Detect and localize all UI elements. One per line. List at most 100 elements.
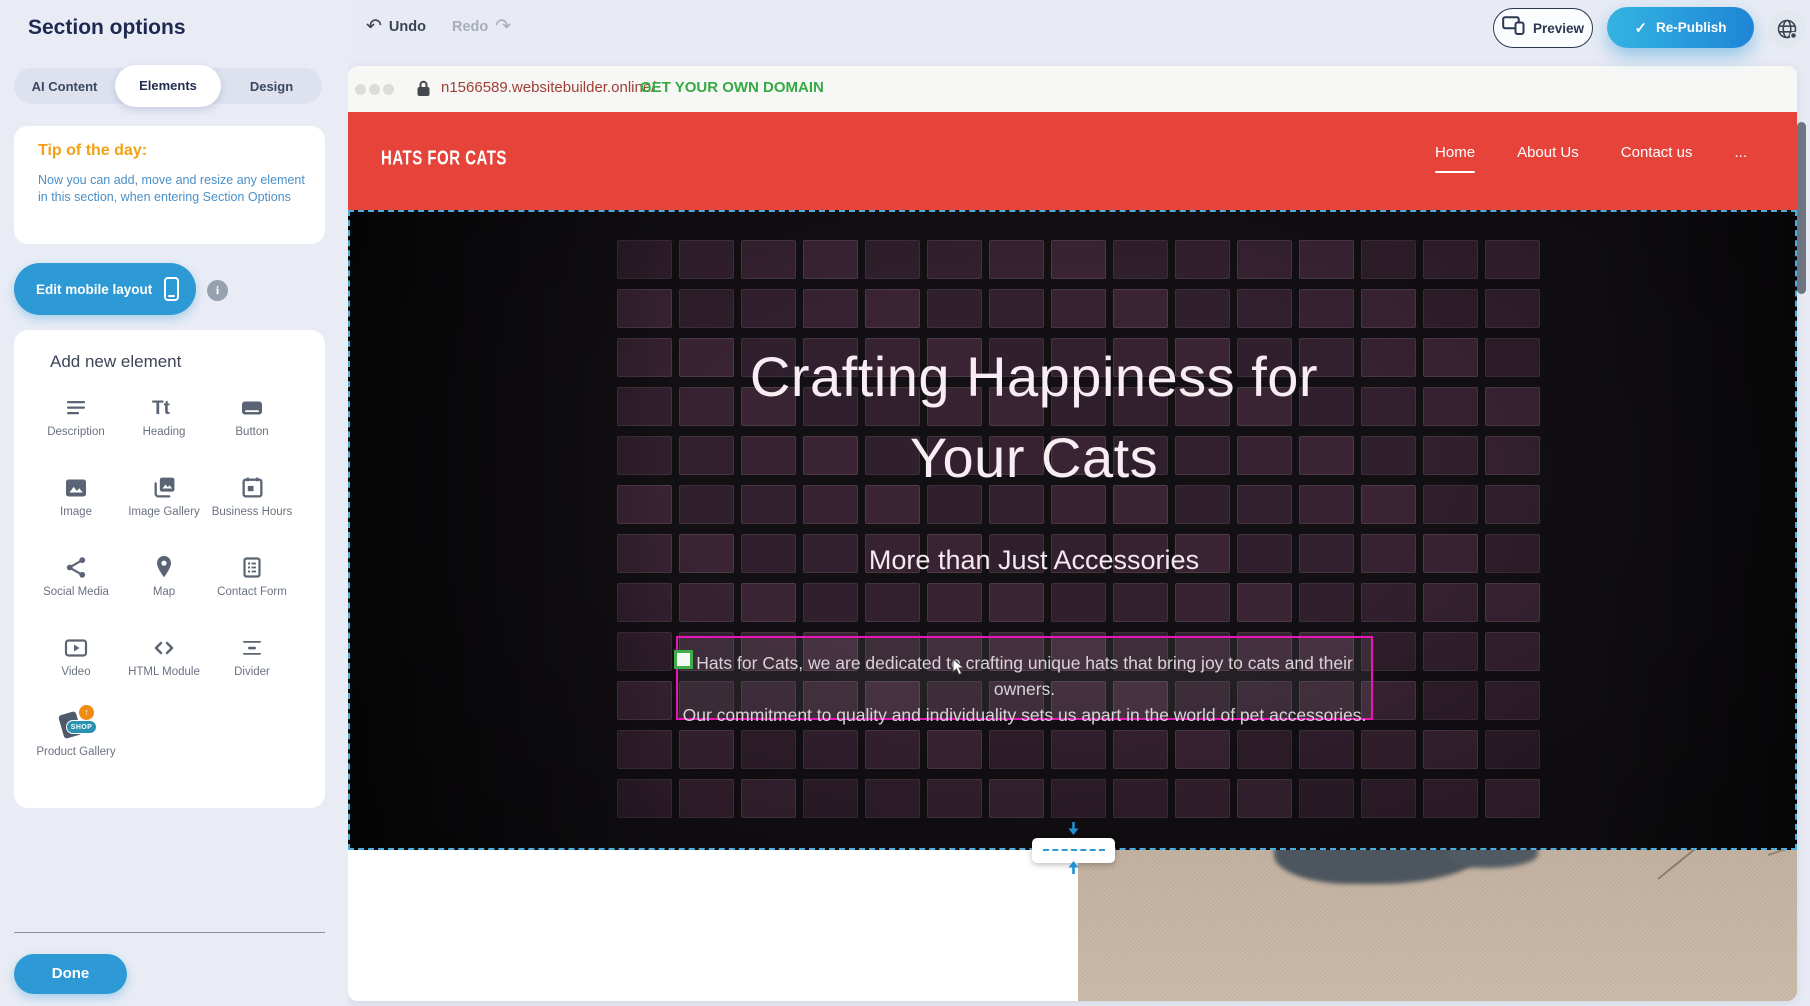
panel-tabbar: AI Content Elements Design	[14, 68, 322, 104]
social-media-icon	[64, 548, 89, 580]
done-button[interactable]: Done	[14, 954, 127, 994]
element-item-description[interactable]: Description	[34, 388, 118, 468]
check-icon: ✓	[1634, 19, 1647, 37]
product-gallery-icon: ↑ SHOP	[57, 708, 95, 740]
redo-button[interactable]: Redo ↷	[452, 15, 511, 38]
hero-vignette	[348, 210, 1797, 850]
window-dot	[369, 84, 380, 95]
site-url[interactable]: n1566589.websitebuilder.online/	[441, 79, 655, 96]
info-icon[interactable]: i	[207, 280, 228, 301]
business-hours-icon	[240, 468, 265, 500]
window-dot	[355, 84, 366, 95]
element-item-map[interactable]: Map	[122, 548, 206, 628]
globe-icon	[1775, 17, 1799, 41]
image-icon	[63, 468, 89, 500]
heading-icon: Tt	[150, 388, 178, 420]
hero-subtitle[interactable]: More than Just Accessories	[348, 544, 1720, 576]
map-pin-icon	[152, 548, 176, 580]
element-label: Social Media	[43, 586, 109, 599]
lock-icon	[416, 80, 431, 102]
element-item-divider[interactable]: Divider	[210, 628, 294, 708]
element-label: Divider	[234, 666, 270, 679]
element-item-video[interactable]: Video	[34, 628, 118, 708]
tab-ai-content[interactable]: AI Content	[14, 79, 115, 94]
contact-form-icon	[240, 548, 264, 580]
element-item-contact-form[interactable]: Contact Form	[210, 548, 294, 628]
element-item-social-media[interactable]: Social Media	[34, 548, 118, 628]
tip-title: Tip of the day:	[38, 142, 147, 160]
page-scrollbar-thumb[interactable]	[1797, 122, 1806, 294]
element-label: Button	[235, 426, 268, 439]
code-icon	[150, 628, 178, 660]
upgrade-arrow-badge: ↑	[79, 705, 94, 720]
tip-of-the-day-card: Tip of the day: Now you can add, move an…	[14, 126, 325, 244]
devices-icon	[1502, 16, 1525, 40]
element-item-button[interactable]: Button	[210, 388, 294, 468]
element-label: Map	[153, 586, 175, 599]
shop-badge: SHOP	[66, 720, 97, 734]
nav-about-us[interactable]: About Us	[1517, 144, 1579, 161]
undo-icon: ↶	[366, 15, 382, 38]
arrow-down-icon	[1067, 821, 1080, 841]
arrow-up-icon	[1067, 860, 1080, 880]
floor-photo	[1078, 850, 1797, 1001]
site-logo[interactable]: HATS FOR CATS	[381, 147, 507, 170]
undo-button[interactable]: ↶ Undo	[366, 15, 426, 38]
element-label: Video	[61, 666, 90, 679]
cat-shadow-tail	[1448, 850, 1538, 868]
redo-icon: ↷	[495, 15, 511, 38]
element-label: Heading	[143, 426, 186, 439]
edit-mobile-layout-label: Edit mobile layout	[36, 282, 152, 297]
section-options-panel: Section options AI Content Elements Desi…	[0, 0, 348, 1006]
add-element-card: Add new element Description Tt Heading B…	[14, 330, 325, 808]
button-icon	[238, 388, 266, 420]
site-header: HATS FOR CATS Home About Us Contact us .…	[348, 112, 1797, 210]
nav-contact-us[interactable]: Contact us	[1621, 144, 1693, 161]
video-icon	[62, 628, 90, 660]
element-label: Contact Form	[217, 586, 287, 599]
nav-home[interactable]: Home	[1435, 144, 1475, 173]
resize-dash-line	[1043, 849, 1105, 851]
element-drag-handle[interactable]	[674, 650, 693, 669]
nav-more-ellipsis[interactable]: ...	[1734, 144, 1747, 161]
element-item-business-hours[interactable]: Business Hours	[210, 468, 294, 548]
element-label: Product Gallery	[36, 746, 115, 759]
language-globe-button[interactable]	[1768, 10, 1806, 48]
window-dot	[383, 84, 394, 95]
republish-button[interactable]: ✓ Re-Publish	[1607, 7, 1754, 48]
element-label: Business Hours	[212, 506, 293, 519]
tip-body: Now you can add, move and resize any ele…	[38, 172, 306, 206]
preview-button[interactable]: Preview	[1493, 8, 1593, 48]
element-item-html-module[interactable]: HTML Module	[122, 628, 206, 708]
selected-description-element[interactable]: Hats for Cats, we are dedicated to craft…	[676, 636, 1373, 720]
tab-design[interactable]: Design	[221, 79, 322, 94]
edit-mobile-layout-button[interactable]: Edit mobile layout	[14, 263, 196, 315]
element-item-image[interactable]: Image	[34, 468, 118, 548]
tab-elements[interactable]: Elements	[115, 65, 221, 107]
site-nav: Home About Us Contact us ...	[1435, 144, 1747, 173]
element-item-heading[interactable]: Tt Heading	[122, 388, 206, 468]
element-item-image-gallery[interactable]: Image Gallery	[122, 468, 206, 548]
page-title: Section options	[28, 16, 186, 40]
floor-grout-line	[1657, 850, 1797, 880]
get-domain-link[interactable]: GET YOUR OWN DOMAIN	[640, 79, 824, 96]
floor-grout-line	[1768, 850, 1797, 856]
browser-preview-window: n1566589.websitebuilder.online/ GET YOUR…	[348, 66, 1797, 1001]
hero-section[interactable]: Crafting Happiness for Your Cats More th…	[348, 210, 1797, 850]
panel-separator	[14, 932, 325, 933]
image-gallery-icon	[151, 468, 177, 500]
element-label: Image	[60, 506, 92, 519]
divider-icon	[239, 628, 265, 660]
browser-chrome: n1566589.websitebuilder.online/ GET YOUR…	[348, 66, 1797, 112]
element-label: HTML Module	[128, 666, 200, 679]
mobile-phone-icon	[164, 277, 179, 301]
add-element-title: Add new element	[50, 352, 181, 372]
svg-text:Tt: Tt	[152, 398, 171, 419]
element-label: Image Gallery	[128, 506, 200, 519]
description-icon	[63, 388, 89, 420]
element-label: Description	[47, 426, 105, 439]
element-item-product-gallery[interactable]: ↑ SHOP Product Gallery	[34, 708, 118, 788]
section-resize-handle[interactable]	[1032, 838, 1115, 863]
hero-title[interactable]: Crafting Happiness for Your Cats	[348, 336, 1720, 498]
hero-body-text: Hats for Cats, we are dedicated to craft…	[678, 650, 1371, 728]
